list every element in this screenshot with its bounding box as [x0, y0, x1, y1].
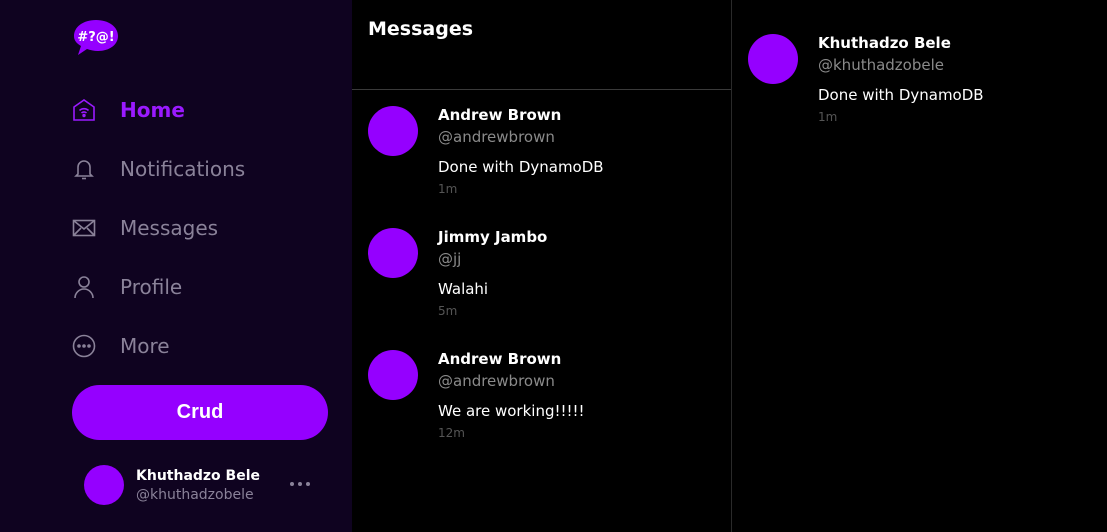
current-user-info: Khuthadzo Bele @khuthadzobele	[136, 468, 260, 503]
conversation-panel: Khuthadzo Bele @khuthadzobele Done with …	[732, 0, 1107, 532]
message-sender-handle: @andrewbrown	[438, 372, 555, 390]
page-title: Messages	[368, 18, 474, 40]
current-user-name: Khuthadzo Bele	[136, 467, 261, 484]
bell-icon	[72, 157, 96, 181]
thread-sender-handle: @khuthadzobele	[818, 56, 944, 74]
thread-message-text: Done with DynamoDB	[818, 86, 984, 104]
avatar	[748, 34, 798, 84]
nav-label-notifications: Notifications	[120, 156, 246, 181]
messages-header: Messages	[352, 0, 731, 90]
message-text: Done with DynamoDB	[438, 158, 604, 176]
message-item[interactable]: Andrew Brown @andrewbrown Done with Dyna…	[352, 90, 731, 212]
message-item[interactable]: Andrew Brown @andrewbrown We are working…	[352, 334, 731, 456]
current-user-handle: @khuthadzobele	[136, 486, 254, 503]
nav-label-profile: Profile	[120, 274, 183, 299]
thread-message: Khuthadzo Bele @khuthadzobele Done with …	[732, 0, 1107, 124]
message-time: 12m	[438, 426, 465, 440]
message-sender-name: Jimmy Jambo	[438, 228, 548, 246]
message-sender-name: Andrew Brown	[438, 106, 562, 124]
message-sender-name: Andrew Brown	[438, 350, 562, 368]
message-text: We are working!!!!!	[438, 402, 585, 420]
message-time: 1m	[438, 182, 458, 196]
sidebar: #?@! Home Notifications Messages Profile…	[0, 0, 352, 532]
nav-item-notifications[interactable]: Notifications	[72, 139, 332, 198]
message-text: Walahi	[438, 280, 489, 298]
nav-label-more: More	[120, 333, 170, 358]
avatar	[368, 228, 418, 278]
message-item[interactable]: Jimmy Jambo @jj Walahi 5m	[352, 212, 731, 334]
envelope-icon	[72, 216, 96, 240]
avatar	[84, 465, 124, 505]
main-nav: Home Notifications Messages Profile More	[72, 80, 332, 375]
avatar	[368, 350, 418, 400]
crud-button[interactable]: Crud	[72, 385, 328, 440]
current-user-card[interactable]: Khuthadzo Bele @khuthadzobele	[84, 462, 324, 508]
app-logo[interactable]: #?@!	[72, 18, 120, 58]
nav-item-messages[interactable]: Messages	[72, 198, 332, 257]
more-circle-icon	[72, 334, 96, 358]
avatar	[368, 106, 418, 156]
message-sender-handle: @andrewbrown	[438, 128, 555, 146]
message-time: 5m	[438, 304, 458, 318]
nav-label-home: Home	[120, 97, 185, 122]
home-icon	[72, 98, 96, 122]
logo-text: #?@!	[77, 30, 114, 45]
message-sender-handle: @jj	[438, 250, 462, 268]
nav-item-home[interactable]: Home	[72, 80, 332, 139]
thread-sender-name: Khuthadzo Bele	[818, 34, 951, 52]
ellipsis-icon[interactable]	[288, 474, 312, 494]
message-groups-panel: Messages Andrew Brown @andrewbrown Done …	[352, 0, 732, 532]
thread-message-time: 1m	[818, 110, 838, 124]
nav-item-profile[interactable]: Profile	[72, 257, 332, 316]
nav-label-messages: Messages	[120, 215, 219, 240]
nav-item-more[interactable]: More	[72, 316, 332, 375]
user-icon	[72, 275, 96, 299]
